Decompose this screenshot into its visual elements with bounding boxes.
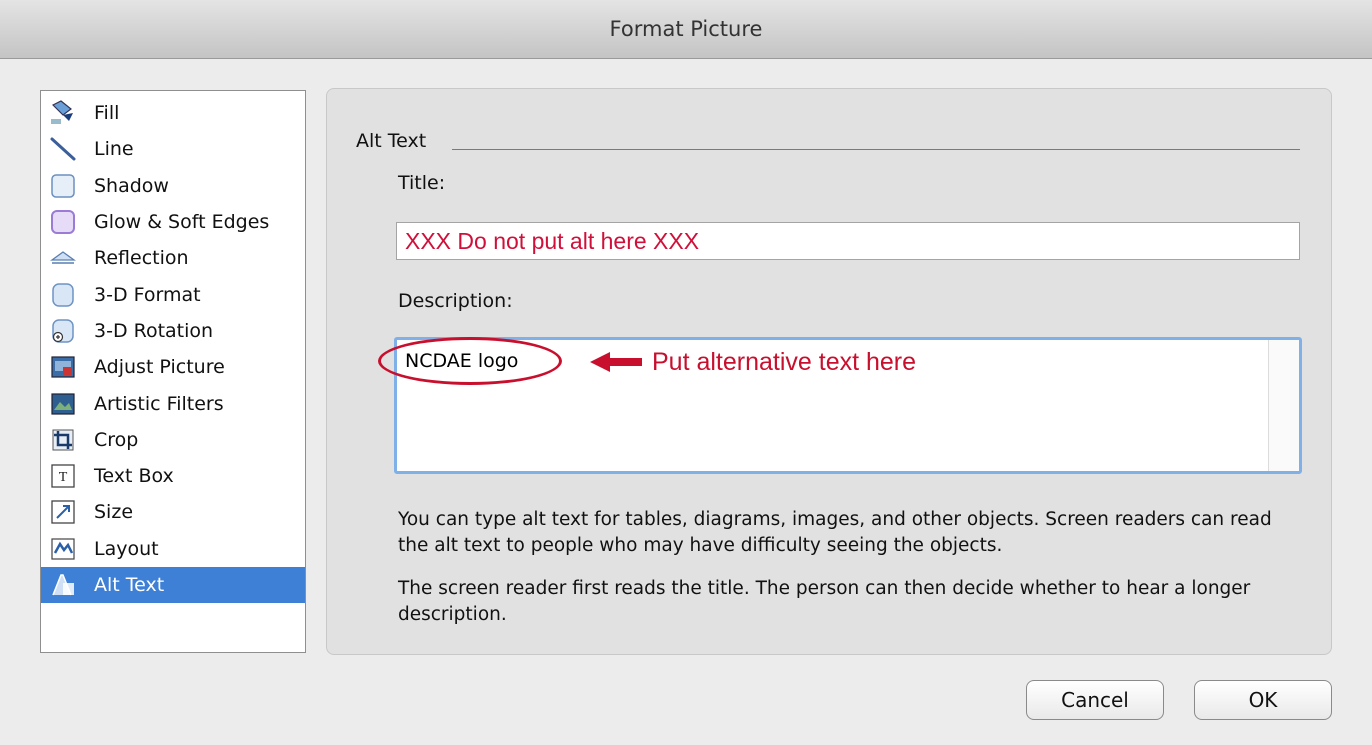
sidebar-item-artistic-filters[interactable]: Artistic Filters [41,385,305,421]
section-divider [452,149,1300,150]
sidebar-item-label: 3-D Rotation [94,319,214,342]
size-icon [49,498,77,526]
sidebar-item-3d-format[interactable]: 3-D Format [41,276,305,312]
sidebar-item-size[interactable]: Size [41,494,305,530]
sidebar-item-label: Crop [94,428,139,451]
sidebar-item-label: Glow & Soft Edges [94,211,270,234]
sidebar-item-shadow[interactable]: Shadow [41,168,305,204]
sidebar-item-reflection[interactable]: Reflection [41,240,305,276]
sidebar-item-label: Alt Text [94,574,165,596]
sidebar-item-label: Size [94,501,134,524]
description-scrollbar[interactable] [1268,340,1299,471]
3d-rotation-icon [49,317,77,345]
sidebar-item-label: Reflection [94,247,189,270]
section-title: Alt Text [356,130,427,152]
reflection-icon [49,244,77,272]
category-sidebar: Fill Line Shadow Glow & Soft Edges Refle… [40,90,306,653]
sidebar-item-adjust-picture[interactable]: Adjust Picture [41,349,305,385]
adjust-picture-icon [49,353,77,381]
description-label: Description: [398,290,513,312]
sidebar-item-alt-text[interactable]: Alt Text [41,566,305,604]
sidebar-item-label: Text Box [94,465,174,488]
layout-icon [49,535,77,563]
title-input[interactable] [396,222,1300,260]
fill-bucket-icon [49,99,77,127]
annotation-text: Put alternative text here [652,348,917,376]
shadow-icon [49,172,77,200]
help-text-2: The screen reader first reads the title.… [398,578,1251,625]
help-text-1: You can type alt text for tables, diagra… [398,509,1272,556]
sidebar-item-label: Layout [94,537,159,560]
alt-text-icon [49,571,77,599]
cancel-button[interactable]: Cancel [1026,680,1164,720]
line-icon [49,135,77,163]
window-title: Format Picture [609,17,763,41]
sidebar-item-crop[interactable]: Crop [41,422,305,458]
sidebar-item-label: Shadow [94,174,169,197]
description-text: NCDAE logo [405,350,519,372]
sidebar-item-text-box[interactable]: T Text Box [41,458,305,494]
sidebar-item-line[interactable]: Line [41,131,305,167]
text-box-icon: T [49,462,77,490]
ok-button[interactable]: OK [1194,680,1332,720]
sidebar-item-label: Fill [94,102,120,125]
sidebar-item-layout[interactable]: Layout [41,531,305,567]
glow-icon [49,208,77,236]
3d-format-icon [49,281,77,309]
svg-text:T: T [59,470,68,485]
sidebar-item-label: 3-D Format [94,283,201,306]
artistic-filters-icon [49,390,77,418]
sidebar-item-label: Line [94,138,134,161]
sidebar-item-label: Adjust Picture [94,356,225,379]
sidebar-item-label: Artistic Filters [94,392,224,415]
sidebar-item-3d-rotation[interactable]: 3-D Rotation [41,313,305,349]
window-titlebar: Format Picture [0,0,1372,59]
sidebar-item-glow[interactable]: Glow & Soft Edges [41,204,305,240]
title-label: Title: [398,172,446,194]
crop-icon [49,426,77,454]
annotation-arrow-icon [588,350,644,378]
sidebar-item-fill[interactable]: Fill [41,95,305,131]
